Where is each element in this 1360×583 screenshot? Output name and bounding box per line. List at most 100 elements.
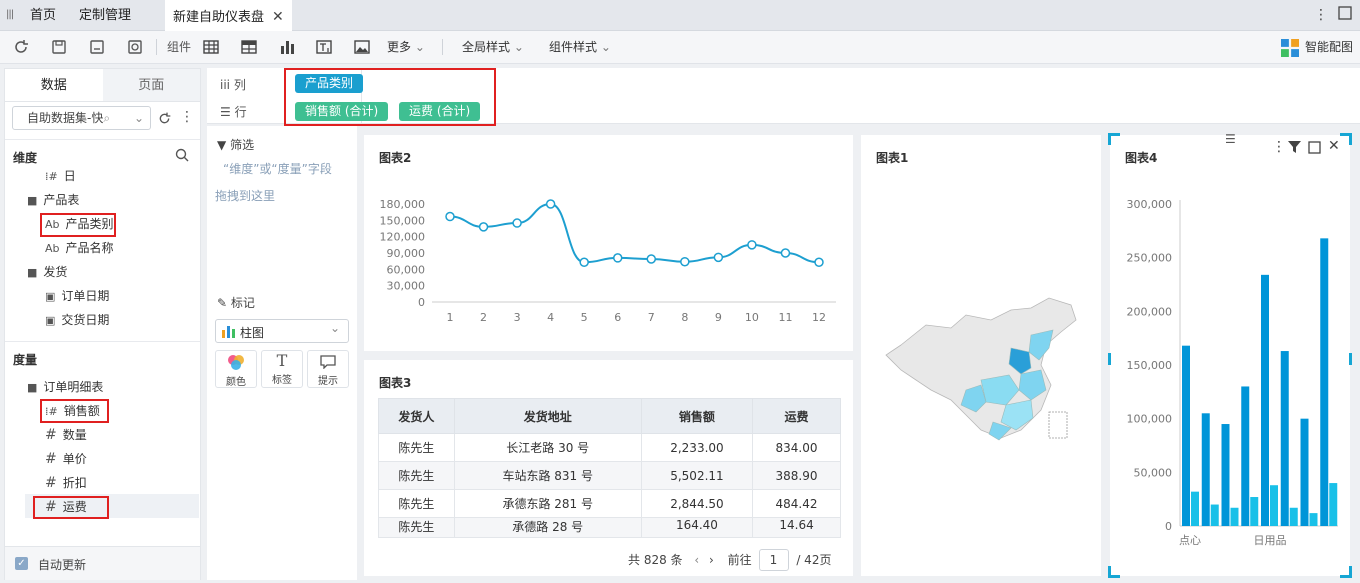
bar-chart: 300,000 250,000 200,000 150,000 100,000 50,00… [1127, 198, 1338, 547]
data-panel: 数据 页面 自助数据集-快⌕ ⌄ ⋮ 维度 ⁞# 日 ■ 产品表 Ab 产品类别 Ab… [4, 68, 201, 580]
search-icon[interactable] [175, 148, 189, 162]
calendar-icon: ▣ [45, 290, 56, 303]
tree-item-label: 产品名称 [65, 241, 114, 255]
component-style-menu[interactable]: 组件样式 ⌄ [549, 37, 611, 57]
smart-chart-icon[interactable] [1281, 39, 1299, 57]
table-icon[interactable] [202, 38, 220, 56]
x-tick-label: 4 [547, 311, 554, 324]
y-tick-label: 120,000 [380, 231, 426, 244]
x-tick-label: 11 [778, 311, 792, 324]
tab-home[interactable]: 首页 [30, 0, 56, 31]
global-style-label: 全局样式 [462, 40, 511, 54]
tab-page[interactable]: 页面 [102, 69, 200, 101]
dataset-select-value: 自助数据集-快 [27, 111, 104, 125]
column-header[interactable]: 发货地址 [453, 398, 642, 434]
tree-item-day[interactable]: ⁞# 日 [45, 166, 76, 186]
chart4-card[interactable]: 图表4 ☰ ⋮ ✕ 300,000 250,000 200,000 150,000 10… [1108, 132, 1352, 578]
refresh-icon[interactable] [157, 111, 172, 126]
tab-custom-management[interactable]: 定制管理 [79, 0, 131, 31]
close-icon[interactable]: ✕ [272, 9, 284, 25]
tree-item-label: 折扣 [62, 476, 87, 490]
bar-chart-icon [222, 326, 235, 338]
x-tick-label: 日用品 [1254, 534, 1287, 547]
tab-bar: ||| 首页 定制管理 新建自助仪表盘 ✕ ⋮ [0, 0, 1360, 31]
next-page-icon[interactable]: › [709, 553, 714, 567]
tab-new-dashboard[interactable]: 新建自助仪表盘 ✕ [165, 0, 292, 31]
tree-folder-product-table[interactable]: ■ 产品表 [27, 190, 79, 210]
more-vertical-icon[interactable]: ⋮ [1314, 7, 1328, 23]
tree-item-label: 产品表 [43, 193, 80, 207]
more-menu[interactable]: 更多 ⌄ [387, 37, 425, 57]
y-tick-label: 50,000 [1134, 466, 1173, 479]
table-header-row: 发货人 发货地址 销售额 运费 [378, 398, 841, 434]
resize-handle[interactable] [1349, 353, 1352, 365]
prev-page-icon[interactable]: ‹ [694, 553, 699, 567]
y-tick-label: 300,000 [1127, 198, 1173, 211]
dataset-select[interactable]: 自助数据集-快⌕ ⌄ [12, 106, 151, 130]
tree-item-product-name[interactable]: Ab 产品名称 [45, 238, 114, 258]
more-vertical-icon[interactable]: ⋮ [180, 109, 194, 125]
column-header[interactable]: 销售额 [640, 398, 754, 434]
table-cell: 2,233.00 [640, 433, 754, 462]
text-box-icon[interactable] [315, 38, 333, 56]
column-header[interactable]: 运费 [752, 398, 841, 434]
number-field-icon: # [45, 451, 57, 467]
x-tick-label: 9 [715, 311, 722, 324]
chart3-title: 图表3 [379, 376, 412, 390]
column-header[interactable]: 发货人 [378, 398, 455, 434]
global-style-menu[interactable]: 全局样式 ⌄ [462, 37, 524, 57]
x-tick-label: 6 [614, 311, 621, 324]
line-chart: 180,000 150,000 120,000 90,000 60,000 30,000 0… [380, 198, 836, 324]
tooltip-mark-button[interactable]: 提示 [307, 350, 349, 388]
china-map [885, 297, 1077, 441]
smart-chart-button[interactable]: 智能配图 [1305, 37, 1353, 57]
goto-label: 前往 [727, 553, 752, 567]
crosstab-icon[interactable] [240, 38, 258, 56]
tree-item-unit-price[interactable]: # 单价 [45, 449, 87, 469]
chart-type-select[interactable]: 柱图 ⌄ [215, 319, 349, 343]
chart1-title: 图表1 [876, 151, 909, 165]
table-cell: 164.40 [640, 517, 754, 538]
chart1-card[interactable]: 图表1 [861, 135, 1101, 576]
tree-item-order-date[interactable]: ▣ 订单日期 [45, 286, 109, 306]
save-icon[interactable] [50, 38, 68, 56]
y-tick-label: 180,000 [380, 198, 426, 211]
page-input[interactable]: 1 [758, 549, 789, 571]
data-point [680, 256, 690, 267]
bar-chart-icon[interactable] [278, 38, 296, 56]
filter-hint: “维度”或“度量”字段 [223, 162, 332, 176]
tree-item-quantity[interactable]: # 数量 [45, 425, 87, 445]
refresh-icon[interactable] [12, 38, 30, 56]
component-label: 组件 [167, 40, 192, 54]
x-tick-label: 3 [514, 311, 521, 324]
chart2-card[interactable]: 图表2 180,000 150,000 120,000 90,000 60,000 30,… [364, 135, 853, 351]
table-cell: 14.64 [752, 517, 841, 538]
tree-item-discount[interactable]: # 折扣 [45, 473, 87, 493]
bar [1230, 507, 1239, 526]
highlight-box [284, 68, 496, 126]
x-tick-label: 1 [447, 311, 454, 324]
data-point [478, 222, 489, 232]
filter-drop-zone[interactable]: 拖拽到这里 [215, 187, 275, 204]
auto-update-checkbox[interactable]: ✓ [15, 557, 28, 570]
folder-icon: ■ [27, 381, 38, 394]
maximize-icon[interactable] [1338, 6, 1352, 24]
chevron-down-icon: ⌄ [133, 111, 144, 125]
x-tick-label: 2 [480, 311, 487, 324]
tree-folder-ship[interactable]: ■ 发货 [27, 262, 67, 282]
label-mark-button[interactable]: T 标签 [261, 350, 303, 388]
image-icon[interactable] [353, 38, 371, 56]
save-as-icon[interactable] [88, 38, 106, 56]
preview-icon[interactable] [126, 38, 144, 56]
selection-corner [1340, 566, 1352, 578]
tree-item-ship-date[interactable]: ▣ 交货日期 [45, 310, 109, 330]
series-line [449, 202, 820, 264]
tab-label: 新建自助仪表盘 [173, 10, 265, 25]
menu-grip-icon[interactable]: ||| [6, 9, 14, 20]
tree-folder-order-detail[interactable]: ■ 订单明细表 [27, 377, 103, 397]
resize-handle[interactable] [1108, 353, 1111, 365]
color-mark-button[interactable]: 颜色 [215, 350, 257, 388]
tab-data[interactable]: 数据 [5, 69, 103, 101]
bar [1270, 485, 1278, 526]
chart3-card[interactable]: 图表3 发货人 发货地址 销售额 运费 陈先生 长江老路 30 号 2,233.… [364, 360, 853, 576]
